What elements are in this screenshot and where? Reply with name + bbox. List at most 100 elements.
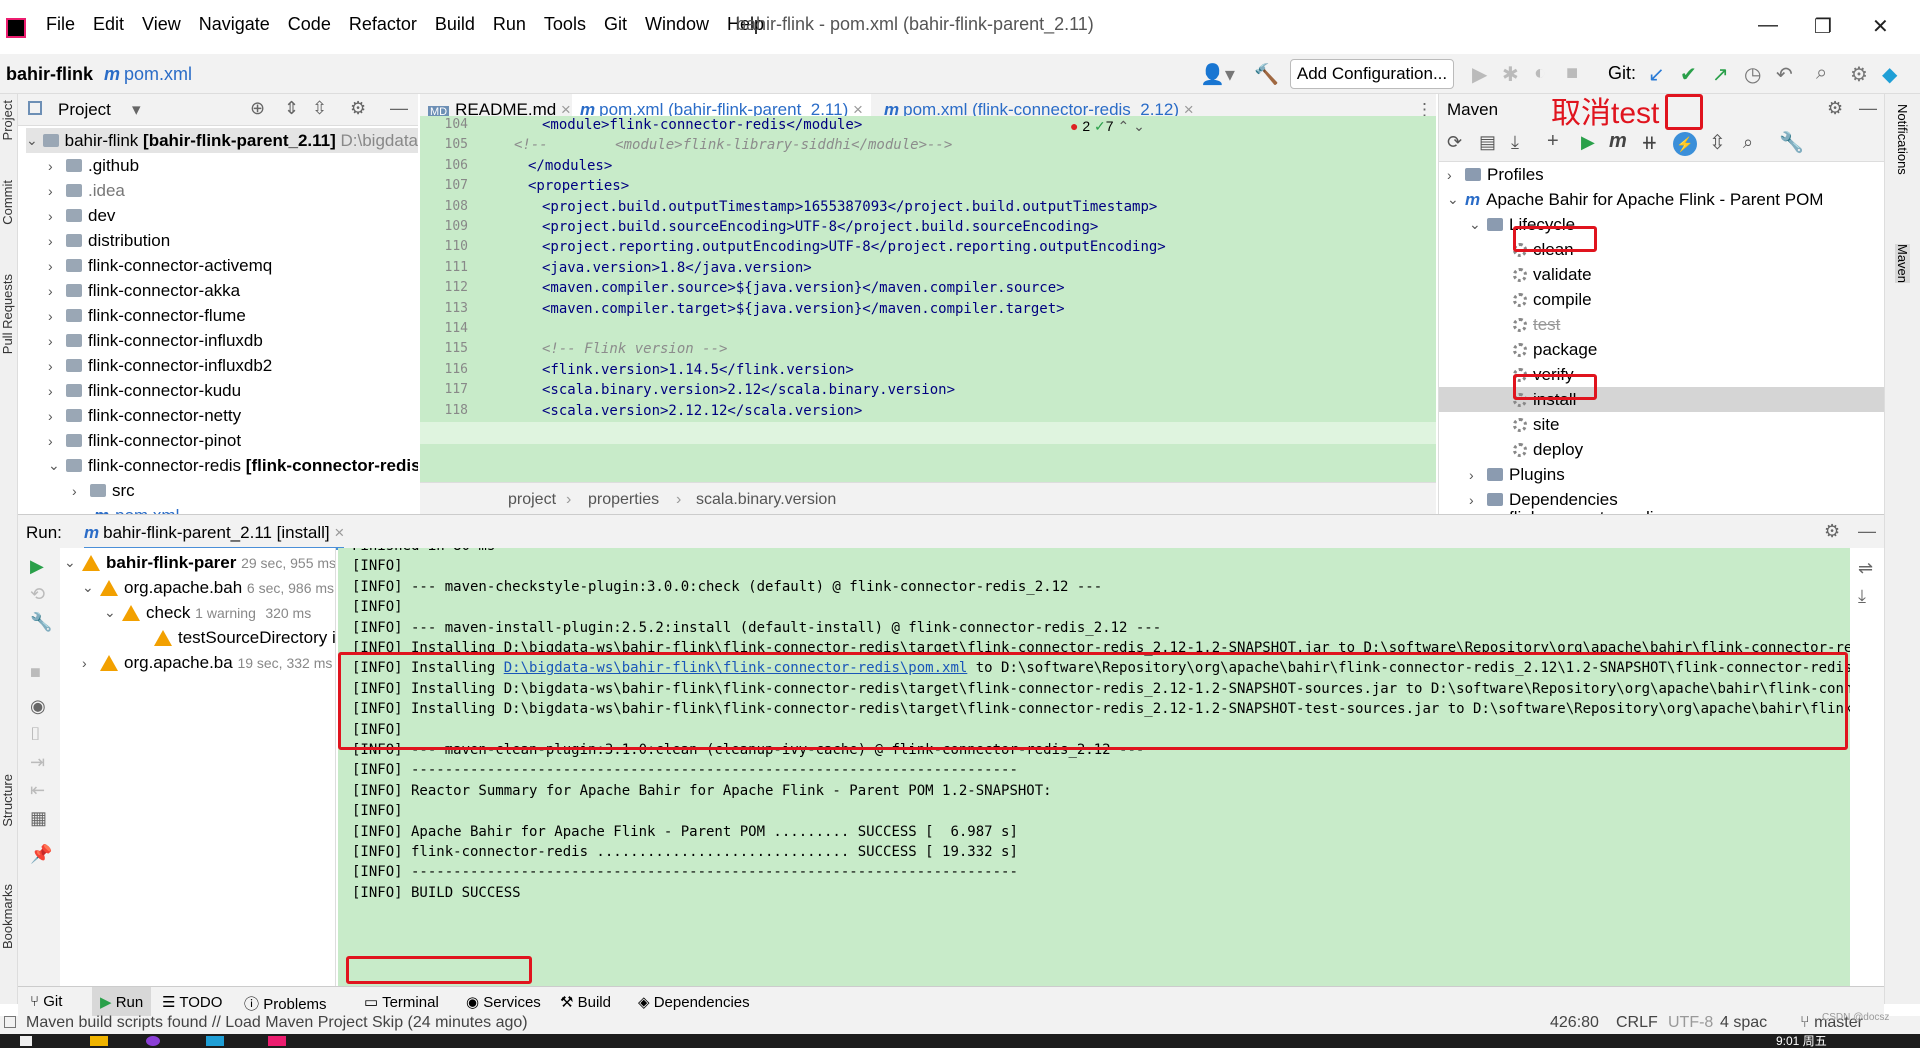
menu-code[interactable]: Code [288,14,331,35]
maven-phase-test[interactable]: test [1513,312,1560,337]
maven-phase-package[interactable]: package [1513,337,1597,362]
chevron-down-icon[interactable]: ⌄ [1133,118,1145,134]
panel-settings-icon[interactable]: ⚙ [350,98,366,119]
maven-phase-validate[interactable]: validate [1513,262,1592,287]
settings-gear-icon[interactable]: ⚙ [1850,62,1868,87]
locate-target-icon[interactable]: ⊕ [250,98,265,119]
breadcrumb-scala-binary[interactable]: scala.binary.version [696,491,836,509]
breadcrumb-properties[interactable]: properties [588,491,659,509]
analyze-dependencies-icon[interactable]: ⌕ [1743,132,1753,153]
add-icon[interactable]: + [1547,130,1559,153]
collapse-all-icon[interactable]: ⇳ [1709,130,1726,155]
expand-all-icon[interactable]: ⇕ [284,98,299,119]
menu-navigate[interactable]: Navigate [199,14,270,35]
tree-item-src[interactable]: › src [72,478,135,503]
bookmarks-tool-tab[interactable]: Bookmarks [0,884,15,949]
git-push-icon[interactable]: ↗ [1712,62,1729,87]
tree-item[interactable]: › flink-connector-activemq [48,253,272,278]
chevron-right-icon[interactable]: › [48,358,66,374]
project-panel-title[interactable]: Project [58,100,111,120]
hide-panel-icon[interactable]: — [1858,521,1876,542]
rerun-icon[interactable]: ▶ [30,556,44,577]
hide-panel-icon[interactable]: — [1859,98,1877,119]
scroll-to-end-icon[interactable]: ⤓ [1858,586,1866,607]
commit-tool-tab[interactable]: Commit [0,180,15,225]
bottom-tab-run[interactable]: ▶ Run [92,987,152,1017]
download-icon[interactable]: ⤓ [1511,132,1519,153]
chevron-right-icon[interactable]: › [1469,467,1487,483]
minimize-icon[interactable]: — [1758,14,1778,37]
status-toggle-icon[interactable] [4,1016,16,1028]
chevron-right-icon[interactable]: › [48,308,66,324]
chevron-down-icon[interactable]: ⌄ [1447,191,1465,208]
rerun-failed-icon[interactable]: ⟲ [30,584,45,605]
inspection-widget[interactable]: ● 2 ✓7 ⌃ ⌄ [1070,118,1145,135]
run-tree-node[interactable]: ⌄ org.apache.bah 6 sec, 986 ms [82,575,334,600]
reload-icon[interactable]: ⟳ [1447,132,1462,153]
build-hammer-icon[interactable]: 🔨 [1254,62,1279,87]
run-tree-root[interactable]: ⌄ bahir-flink-parer 29 sec, 955 ms [64,550,335,575]
explorer-icon[interactable] [90,1036,108,1046]
tree-item-redis[interactable]: ⌄ flink-connector-redis [flink-connector-… [48,453,418,478]
maven-root[interactable]: ⌄ m Apache Bahir for Apache Flink - Parent… [1447,187,1823,212]
structure-tool-tab[interactable]: Structure [0,774,15,827]
project-tool-tab[interactable]: Project [0,100,15,140]
coverage-icon[interactable]: ◐ [1534,62,1546,85]
chevron-down-icon[interactable]: ⌄ [64,554,82,571]
run-icon[interactable]: ▶ [1581,132,1595,153]
chevron-right-icon[interactable]: › [48,283,66,299]
menu-run[interactable]: Run [493,14,526,35]
toggle-offline-icon[interactable]: ⧺ [1641,130,1658,155]
exit-icon[interactable]: ⇥ [30,752,45,773]
tree-item[interactable]: › .github [48,153,139,178]
user-icon[interactable]: 👤▾ [1200,62,1235,87]
chevron-right-icon[interactable]: › [48,408,66,424]
caret-position[interactable]: 426:80 [1550,1014,1599,1032]
rollback-icon[interactable]: ↶ [1776,62,1793,87]
run-icon[interactable]: ▶ [1472,62,1487,87]
tree-item[interactable]: › flink-connector-influxdb2 [48,353,272,378]
restore-icon[interactable]: ❐ [1814,14,1832,39]
close-icon[interactable]: × [334,523,344,542]
close-icon[interactable]: ✕ [1872,14,1889,39]
tree-item[interactable]: › flink-connector-netty [48,403,241,428]
eye-icon[interactable]: ◉ [30,696,46,717]
collapse-all-icon[interactable]: ⇳ [312,98,327,119]
pin-icon[interactable]: 📌 [30,844,52,865]
chevron-down-icon[interactable]: ⌄ [26,132,43,149]
breadcrumb-file[interactable]: m pom.xml [104,64,192,85]
git-commit-icon[interactable]: ✔ [1680,62,1697,87]
wrench-icon[interactable]: 🔧 [1779,130,1804,155]
wrench-icon[interactable]: 🔧 [30,612,52,633]
stop-icon[interactable]: ■ [1566,62,1578,85]
menu-refactor[interactable]: Refactor [349,14,417,35]
menu-window[interactable]: Window [645,14,709,35]
history-icon[interactable]: ◷ [1744,62,1761,87]
tree-item[interactable]: › flink-connector-pinot [48,428,241,453]
bottom-tab-problems[interactable]: ⓘ Problems [244,993,327,1014]
status-message[interactable]: Maven build scripts found // Load Maven … [26,1014,528,1032]
line-separator[interactable]: CRLF [1616,1014,1658,1032]
bottom-tab-git[interactable]: ⑂ Git [30,993,62,1010]
chevron-right-icon[interactable]: › [48,183,66,199]
chevron-right-icon[interactable]: › [82,655,100,671]
maven-profiles[interactable]: › Profiles [1447,162,1544,187]
chevron-right-icon[interactable]: › [48,208,66,224]
breadcrumb-project[interactable]: bahir-flink [6,64,93,85]
menu-edit[interactable]: Edit [93,14,124,35]
search-icon[interactable]: ⌕ [1816,62,1827,85]
generate-sources-icon[interactable]: ▤ [1479,132,1496,153]
bottom-tab-todo[interactable]: ☰ TODO [162,993,222,1011]
app-icon[interactable] [206,1036,224,1046]
chevron-down-icon[interactable]: ⌄ [1469,216,1487,233]
chevron-up-icon[interactable]: ⌃ [1117,118,1129,134]
add-configuration-button[interactable]: Add Configuration... [1290,59,1454,89]
chevron-right-icon[interactable]: › [1447,167,1465,183]
git-update-icon[interactable]: ↙ [1648,62,1665,87]
camera-icon[interactable]: ⌷ [30,724,41,745]
file-encoding[interactable]: UTF-8 [1668,1014,1713,1032]
chevron-down-icon[interactable]: ⌄ [104,604,122,621]
tree-root[interactable]: ⌄ bahir-flink [bahir-flink-parent_2.11] D… [26,128,418,153]
console-output[interactable]: Finished in 80 ms [INFO] [INFO] --- maven-… [338,548,1850,986]
chevron-down-icon[interactable]: ⌄ [48,457,66,474]
